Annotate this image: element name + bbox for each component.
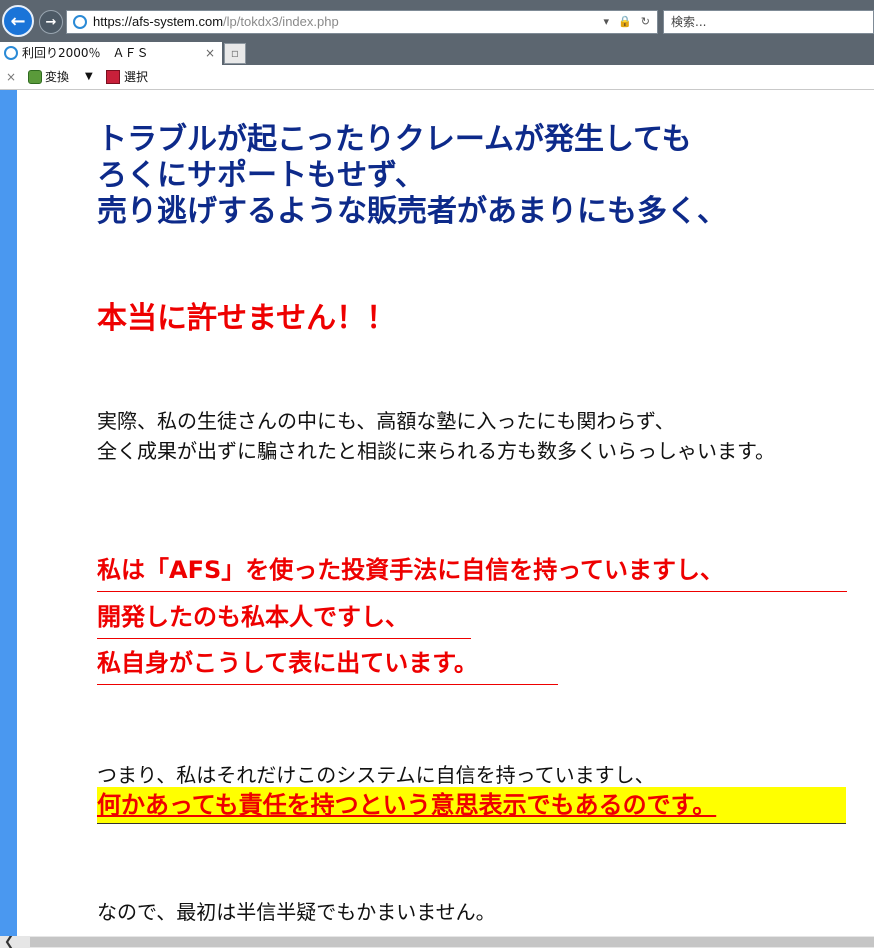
select-button[interactable]: 選択 <box>124 65 148 89</box>
red-underlined-line: 私は「AFS」を使った投資手法に自信を持っていますし、 <box>97 554 847 592</box>
tab-title: 利回り2000％ ＡＦＳ <box>22 46 149 60</box>
search-input[interactable]: 検索... <box>663 10 874 34</box>
page-heading: トラブルが起こったりクレームが発生しても ろくにサポートもせず、 売り逃げするよ… <box>97 122 727 230</box>
convert-button[interactable]: 変換 <box>45 65 69 89</box>
heading-line: 売り逃げするような販売者があまりにも多く、 <box>97 194 727 229</box>
horizontal-scrollbar[interactable]: ❮ <box>0 934 874 948</box>
url-tools-icons[interactable]: ▾ 🔒 ↻ <box>603 11 653 33</box>
url-text: https://afs-system.com/lp/tokdx3/index.p… <box>93 11 339 33</box>
page-viewport: トラブルが起こったりクレームが発生しても ろくにサポートもせず、 売り逃げするよ… <box>0 90 874 936</box>
body-paragraph-3: なので、最初は半信半疑でもかまいません。 <box>97 900 496 924</box>
ie-tab-icon <box>4 46 18 60</box>
callout-text: 本当に許せません！！ <box>97 301 397 336</box>
toolbar-close-button[interactable]: × <box>6 65 16 89</box>
url-input[interactable]: https://afs-system.com/lp/tokdx3/index.p… <box>66 10 658 34</box>
body-paragraph-1: 実際、私の生徒さんの中にも、高額な塾に入ったにも関わらず、 全く成果が出ずに騙さ… <box>97 406 775 466</box>
body-paragraph-2: つまり、私はそれだけこのシステムに自信を持っていますし、 <box>97 763 655 787</box>
address-bar-area: ← → https://afs-system.com/lp/tokdx3/ind… <box>0 0 874 42</box>
scroll-left-icon[interactable]: ❮ <box>4 934 14 948</box>
arrow-left-icon: ← <box>10 10 26 32</box>
heading-line: トラブルが起こったりクレームが発生しても <box>97 122 692 157</box>
tab-bar: 利回り2000％ ＡＦＳ × ▫ <box>0 42 874 65</box>
command-toolbar: × 変換 ▼ 選択 <box>0 65 874 90</box>
ie-page-icon <box>73 15 87 29</box>
tab-close-button[interactable]: × <box>205 42 215 64</box>
convert-icon[interactable] <box>28 70 42 84</box>
highlighted-statement: 何かあっても責任を持つという意思表示でもあるのです。 <box>97 787 846 824</box>
heading-line: ろくにサポートもせず、 <box>97 158 425 193</box>
red-underlined-line: 私自身がこうして表に出ています。 <box>97 647 558 685</box>
select-icon[interactable] <box>106 70 120 84</box>
forward-button[interactable]: → <box>39 10 63 34</box>
paragraph-line: 全く成果が出ずに騙されたと相談に来られる方も数多くいらっしゃいます。 <box>97 439 775 463</box>
new-tab-button[interactable]: ▫ <box>224 43 246 64</box>
convert-dropdown-icon[interactable]: ▼ <box>85 65 93 89</box>
url-host: https://afs-system.com <box>93 14 224 29</box>
left-decor-strip <box>0 90 17 936</box>
url-path: /lp/tokdx3/index.php <box>223 14 339 29</box>
back-button[interactable]: ← <box>2 5 34 37</box>
arrow-right-icon: → <box>45 14 57 30</box>
paragraph-line: 実際、私の生徒さんの中にも、高額な塾に入ったにも関わらず、 <box>97 409 675 433</box>
red-underlined-line: 開発したのも私本人ですし、 <box>97 601 471 639</box>
tab-active[interactable]: 利回り2000％ ＡＦＳ × <box>0 42 222 65</box>
scrollbar-thumb[interactable] <box>30 937 874 947</box>
